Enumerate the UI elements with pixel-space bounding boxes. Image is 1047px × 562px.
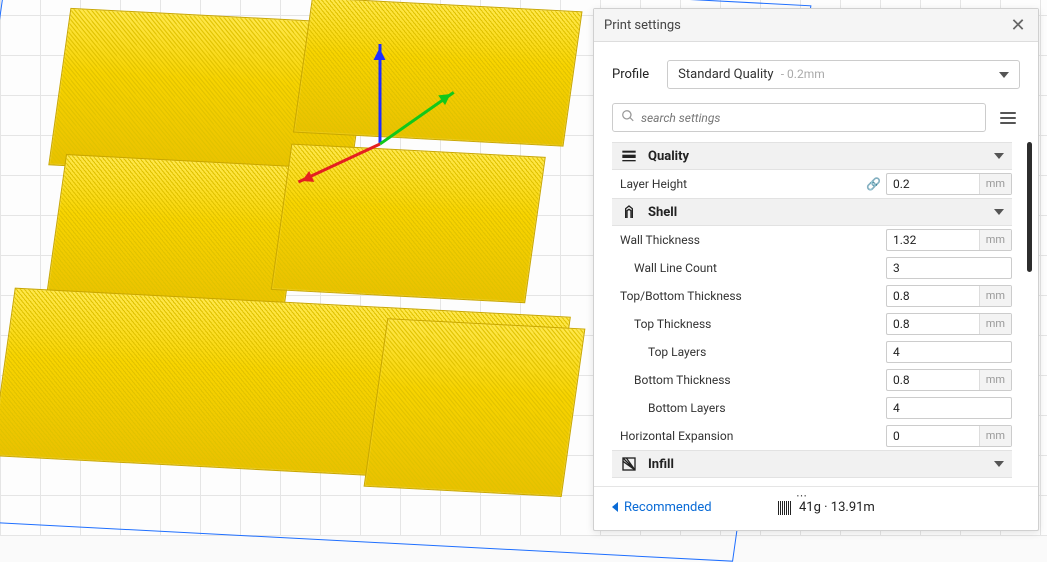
section-shell[interactable]: Shell	[612, 198, 1012, 226]
print-settings-panel: Print settings ✕ Profile Standard Qualit…	[593, 8, 1039, 531]
settings-list: Quality Layer Height 🔗 mm Shell Wall Thi…	[594, 142, 1038, 486]
close-button[interactable]: ✕	[1008, 15, 1028, 35]
search-input-wrapper[interactable]	[612, 103, 986, 132]
scrollbar-thumb[interactable]	[1027, 142, 1032, 272]
wall-line-count-input[interactable]	[887, 261, 1011, 275]
row-top-layers: Top Layers	[612, 338, 1012, 366]
print-estimate: ⋯ 41g · 13.91m	[778, 500, 875, 515]
row-top-bottom-thickness: Top/Bottom Thicknessmm	[612, 282, 1012, 310]
quality-icon	[620, 147, 638, 165]
shell-icon	[620, 203, 638, 221]
settings-menu-button[interactable]	[996, 103, 1020, 132]
profile-label: Profile	[612, 67, 649, 82]
top-layers-input[interactable]	[887, 345, 1011, 359]
row-bottom-thickness: Bottom Thicknessmm	[612, 366, 1012, 394]
chevron-down-icon	[994, 153, 1004, 159]
chevron-left-icon	[612, 502, 618, 512]
filament-icon	[778, 501, 791, 515]
chevron-down-icon	[994, 461, 1004, 467]
close-icon: ✕	[1010, 15, 1025, 36]
bottom-thickness-input[interactable]	[887, 373, 979, 387]
menu-icon	[1000, 112, 1016, 114]
wall-thickness-input[interactable]	[887, 233, 979, 247]
row-bottom-layers: Bottom Layers	[612, 394, 1012, 422]
chevron-down-icon	[994, 209, 1004, 215]
row-horizontal-expansion: Horizontal Expansionmm	[612, 422, 1012, 450]
section-infill[interactable]: Infill	[612, 450, 1012, 478]
estimate-weight: 41g	[799, 500, 821, 515]
row-wall-line-count: Wall Line Count	[612, 254, 1012, 282]
horizontal-expansion-input[interactable]	[887, 429, 979, 443]
profile-name: Standard Quality	[678, 67, 773, 82]
top-bottom-thickness-input[interactable]	[887, 289, 979, 303]
row-top-thickness: Top Thicknessmm	[612, 310, 1012, 338]
section-quality[interactable]: Quality	[612, 142, 1012, 170]
search-icon	[621, 109, 641, 126]
estimate-length: 13.91m	[831, 500, 875, 515]
search-input[interactable]	[641, 111, 977, 125]
bottom-layers-input[interactable]	[887, 401, 1011, 415]
infill-icon	[620, 455, 638, 473]
layer-height-input[interactable]	[887, 177, 979, 191]
profile-select[interactable]: Standard Quality - 0.2mm	[667, 60, 1020, 89]
top-thickness-input[interactable]	[887, 317, 979, 331]
row-layer-height: Layer Height 🔗 mm	[612, 170, 1012, 198]
link-icon[interactable]: 🔗	[866, 177, 886, 191]
row-wall-thickness: Wall Thicknessmm	[612, 226, 1012, 254]
chevron-down-icon	[999, 72, 1009, 78]
profile-detail: - 0.2mm	[781, 67, 825, 81]
panel-title: Print settings	[604, 18, 681, 33]
recommended-button[interactable]: Recommended	[612, 500, 712, 515]
